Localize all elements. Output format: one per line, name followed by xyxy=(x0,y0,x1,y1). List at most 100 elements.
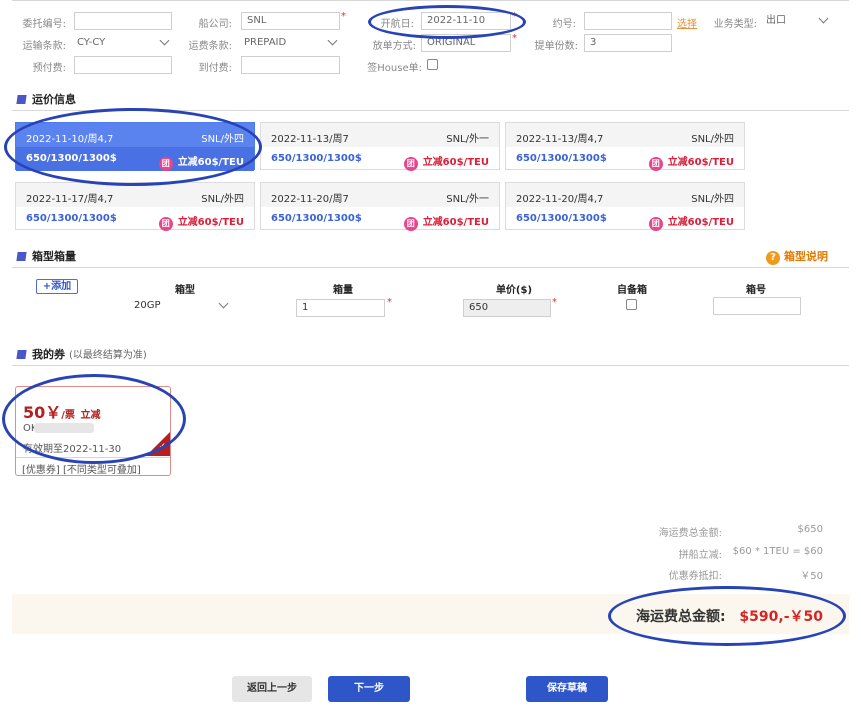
next-button[interactable]: 下一步 xyxy=(328,676,410,702)
question-icon: ? xyxy=(766,251,780,265)
freight-card[interactable]: 2022-11-13/周7 SNL/外一 650/1300/1300$ 团立减60$/… xyxy=(260,122,500,171)
release-method-input[interactable]: ORIGINAL xyxy=(421,34,511,52)
card-price: 650/1300/1300$ xyxy=(26,213,117,224)
card-carrier: SNL/外四 xyxy=(201,194,244,205)
own-box-checkbox[interactable] xyxy=(626,299,637,310)
coupon-deduction-value: ￥50 xyxy=(800,571,823,582)
coupon-tags: [优惠券] [不同类型可叠加] xyxy=(22,465,141,476)
freight-card[interactable]: 2022-11-20/周4,7 SNL/外四 650/1300/1300$ 团立减60… xyxy=(505,182,745,231)
required-mark: * xyxy=(341,11,346,22)
bl-copies-label: 提单份数: xyxy=(534,41,578,52)
card-carrier: SNL/外一 xyxy=(446,194,489,205)
coupon-card[interactable]: 50￥/票 立减 OK 有效期至2022-11-30 ✓ [优惠券] [不同类型… xyxy=(15,386,171,476)
select-booking-link[interactable]: 选择 xyxy=(677,15,697,30)
chevron-down-icon xyxy=(818,13,829,24)
booking-no-input[interactable] xyxy=(584,12,672,30)
col-header-qty: 箱量 xyxy=(333,285,353,296)
group-buy-icon: 团 xyxy=(403,157,418,171)
entrust-no-input[interactable] xyxy=(74,12,172,30)
section-marker-icon xyxy=(16,95,27,104)
save-draft-button[interactable]: 保存草稿 xyxy=(526,676,608,702)
chevron-down-icon xyxy=(327,35,338,46)
container-type-select[interactable]: 20GP xyxy=(129,297,231,315)
entrust-no-label: 委托编号: xyxy=(22,19,66,30)
business-type-select[interactable]: 出口 xyxy=(761,12,831,30)
section-divider xyxy=(12,110,849,111)
card-discount: 团立减60$/TEU xyxy=(648,153,734,171)
chevron-down-icon xyxy=(218,298,229,309)
required-mark: * xyxy=(512,33,517,44)
collect-fee-input[interactable] xyxy=(241,56,340,74)
group-discount-label: 拼船立减: xyxy=(678,550,722,561)
card-discount: 团立减60$/TEU xyxy=(403,213,489,231)
section-divider xyxy=(12,267,849,268)
final-total-value: $590,-￥50 xyxy=(739,609,823,625)
card-date: 2022-11-20/周7 xyxy=(271,194,349,205)
release-method-label: 放单方式: xyxy=(372,41,416,52)
carrier-input[interactable]: SNL xyxy=(241,12,340,30)
freight-terms-value: PREPAID xyxy=(244,37,287,48)
group-buy-icon: 团 xyxy=(648,217,663,231)
freight-card[interactable]: 2022-11-20/周7 SNL/外一 650/1300/1300$ 团立减60$/… xyxy=(260,182,500,231)
col-header-unit-price: 单价($) xyxy=(495,285,533,296)
card-discount-text: 立减60$/TEU xyxy=(177,157,244,168)
container-section-title: 箱型箱量 xyxy=(16,248,76,264)
sail-date-input[interactable]: 2022-11-10 xyxy=(421,12,511,30)
container-help-text: 箱型说明 xyxy=(784,250,828,263)
house-bl-checkbox[interactable] xyxy=(427,59,438,70)
card-price: 650/1300/1300$ xyxy=(271,153,362,164)
chevron-down-icon xyxy=(159,35,170,46)
collect-fee-label: 到付费: xyxy=(198,63,232,74)
final-total-label: 海运费总金额: xyxy=(636,609,726,625)
freight-terms-select[interactable]: PREPAID xyxy=(239,34,340,52)
group-buy-icon: 团 xyxy=(648,157,663,171)
section-divider xyxy=(12,365,849,366)
back-button[interactable]: 返回上一步 xyxy=(232,676,312,702)
group-buy-icon: 团 xyxy=(158,157,173,171)
transport-terms-value: CY-CY xyxy=(77,37,106,48)
card-discount-text: 立减60$/TEU xyxy=(422,157,489,168)
card-carrier: SNL/外四 xyxy=(201,134,244,145)
card-date: 2022-11-20/周4,7 xyxy=(516,194,604,205)
transport-terms-select[interactable]: CY-CY xyxy=(72,34,172,52)
freight-terms-label: 运费条款: xyxy=(188,41,232,52)
container-type-value: 20GP xyxy=(134,300,161,311)
card-discount: 团立减60$/TEU xyxy=(158,213,244,231)
freight-section-title: 运价信息 xyxy=(16,91,76,107)
carrier-label: 船公司: xyxy=(198,19,232,30)
card-carrier: SNL/外四 xyxy=(691,194,734,205)
card-discount: 团立减60$/TEU xyxy=(403,153,489,171)
container-unit-price-input: 650 xyxy=(463,299,551,317)
card-discount: 团立减60$/TEU xyxy=(158,153,244,171)
coupon-divider xyxy=(16,457,170,458)
card-discount-text: 立减60$/TEU xyxy=(422,217,489,228)
freight-card[interactable]: 2022-11-17/周4,7 SNL/外四 650/1300/1300$ 团立减60… xyxy=(15,182,255,231)
container-help-link[interactable]: ? 箱型说明 xyxy=(766,248,828,265)
coupon-section-subtitle: (以最终结算为准) xyxy=(69,350,147,361)
container-qty-input[interactable]: 1 xyxy=(296,299,385,317)
card-price: 650/1300/1300$ xyxy=(516,153,607,164)
add-container-button[interactable]: +添加 xyxy=(36,279,78,294)
group-buy-icon: 团 xyxy=(158,217,173,231)
box-no-input[interactable] xyxy=(713,297,801,315)
card-price: 650/1300/1300$ xyxy=(271,213,362,224)
coupon-unit: /票 xyxy=(61,410,75,421)
top-border xyxy=(12,0,849,1)
card-discount-text: 立减60$/TEU xyxy=(667,217,734,228)
required-mark: * xyxy=(512,11,517,22)
group-buy-icon: 团 xyxy=(403,217,418,231)
freight-card[interactable]: 2022-11-10/周4,7 SNL/外四 650/1300/1300$ 团立减60… xyxy=(15,122,255,171)
card-discount: 团立减60$/TEU xyxy=(648,213,734,231)
card-discount-text: 立减60$/TEU xyxy=(177,217,244,228)
bl-copies-input[interactable]: 3 xyxy=(584,34,672,52)
coupon-valid-until: 有效期至2022-11-30 xyxy=(23,444,122,455)
card-date: 2022-11-10/周4,7 xyxy=(26,134,114,145)
prepaid-fee-input[interactable] xyxy=(74,56,172,74)
group-discount-value: $60 * 1TEU = $60 xyxy=(732,546,823,557)
freight-card[interactable]: 2022-11-13/周4,7 SNL/外四 650/1300/1300$ 团立减60… xyxy=(505,122,745,171)
col-header-own-box: 自备箱 xyxy=(617,285,647,296)
house-bl-label: 签House单: xyxy=(367,63,422,74)
sail-date-label: 开航日: xyxy=(380,19,414,30)
card-price: 650/1300/1300$ xyxy=(516,213,607,224)
booking-no-label: 约号: xyxy=(552,19,576,30)
